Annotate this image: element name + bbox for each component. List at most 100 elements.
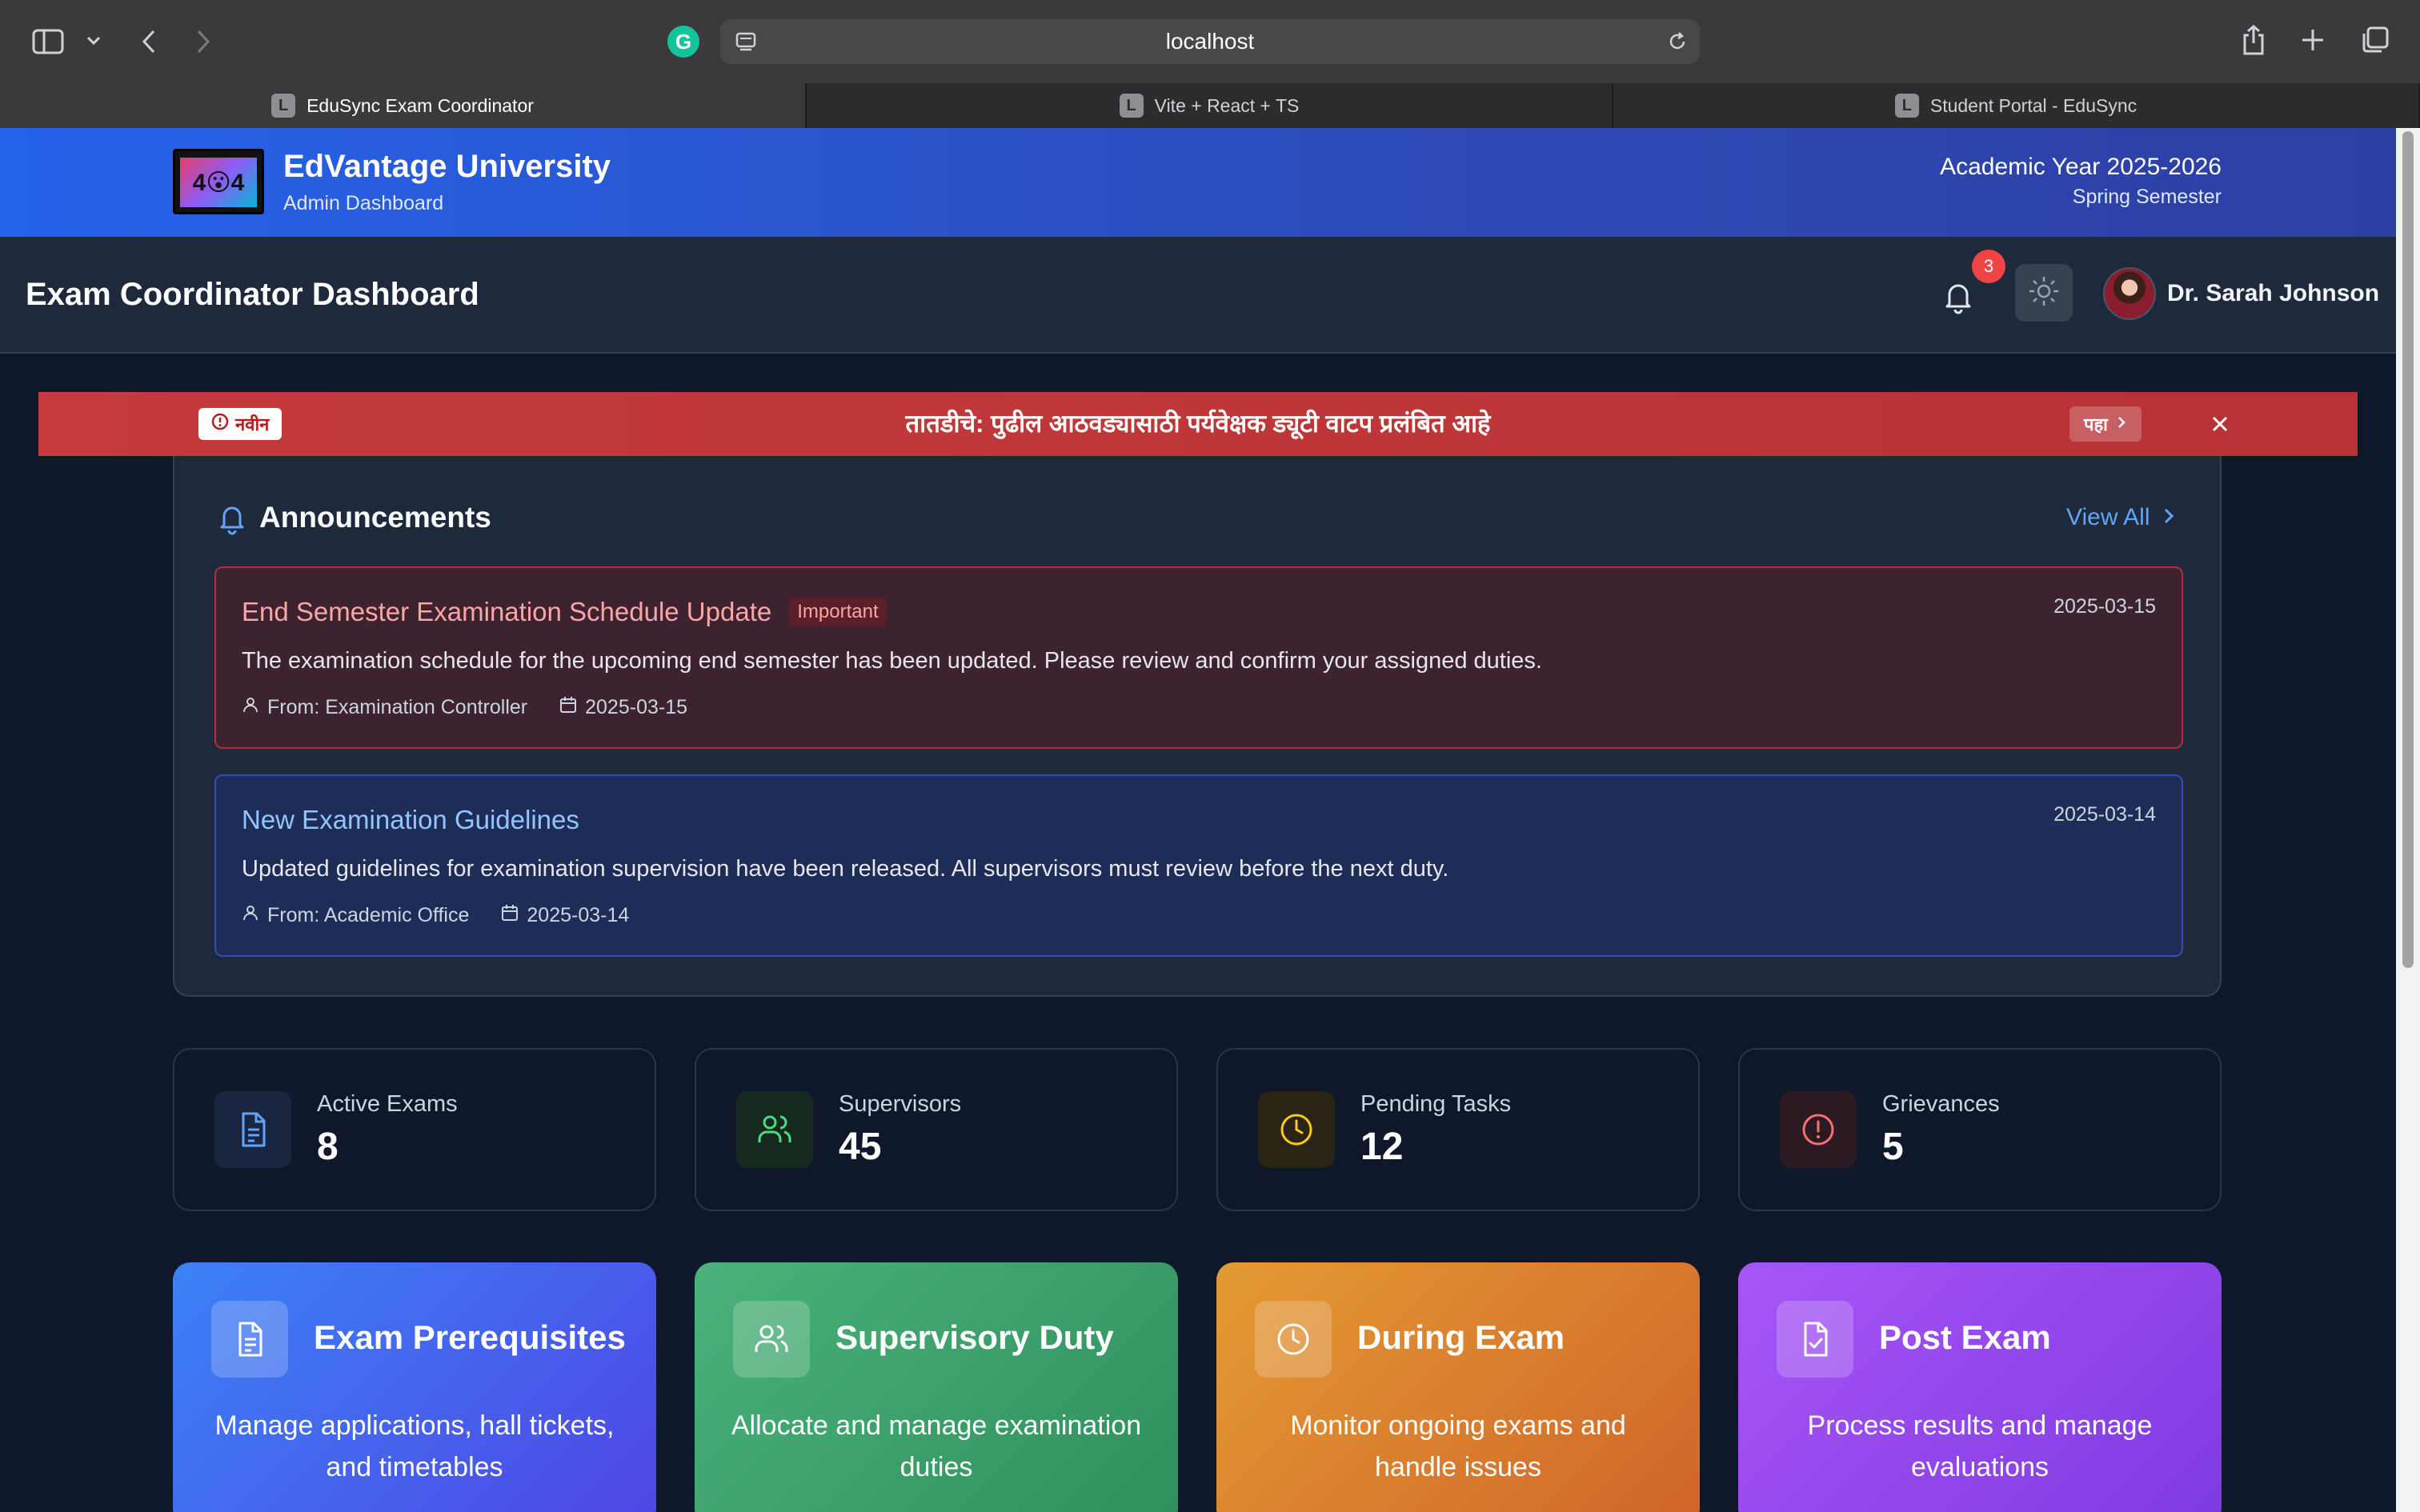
semester: Spring Semester bbox=[2072, 186, 2222, 208]
module-supervisory-duty[interactable]: Supervisory Duty Allocate and manage exa… bbox=[695, 1262, 1178, 1512]
module-exam-prerequisites[interactable]: Exam Prerequisites Manage applications, … bbox=[173, 1262, 656, 1512]
favicon: L bbox=[1119, 94, 1144, 118]
url-text: localhost bbox=[1165, 29, 1255, 54]
banner-view-button[interactable]: पहा bbox=[2069, 406, 2142, 442]
reload-icon[interactable] bbox=[1666, 30, 1689, 58]
scrollbar-thumb[interactable] bbox=[2402, 131, 2414, 968]
sidebar-toggle-icon[interactable] bbox=[30, 26, 66, 58]
alert-circle-icon bbox=[1780, 1091, 1857, 1168]
announcements-title: Announcements bbox=[259, 501, 491, 534]
university-subtitle: Admin Dashboard bbox=[283, 192, 444, 214]
forward-icon[interactable] bbox=[189, 26, 218, 58]
stat-value: 8 bbox=[317, 1126, 339, 1168]
announcement-card-important[interactable]: End Semester Examination Schedule Update… bbox=[214, 566, 2183, 749]
grammarly-extension-icon[interactable]: G bbox=[667, 26, 699, 58]
page-settings-icon[interactable] bbox=[735, 30, 757, 58]
browser-toolbar: G localhost bbox=[0, 0, 2420, 83]
users-icon bbox=[736, 1091, 813, 1168]
banner-view-label: पहा bbox=[2084, 414, 2108, 434]
announcement-date: 2025-03-14 bbox=[2053, 803, 2156, 826]
document-icon bbox=[211, 1301, 288, 1378]
new-tab-icon[interactable] bbox=[2298, 26, 2327, 54]
module-title: During Exam bbox=[1357, 1318, 1565, 1356]
stat-value: 12 bbox=[1360, 1126, 1404, 1168]
announcements-panel: Announcements View All End Semester Exam… bbox=[173, 456, 2222, 997]
module-title: Supervisory Duty bbox=[835, 1318, 1114, 1356]
module-description: Monitor ongoing exams and handle issues bbox=[1290, 1410, 1626, 1482]
favicon: L bbox=[271, 94, 296, 118]
university-header: 4😮4 EdVantage University Admin Dashboard… bbox=[0, 128, 2396, 237]
academic-year: Academic Year 2025-2026 bbox=[1940, 154, 2222, 180]
important-badge: Important bbox=[789, 598, 887, 626]
stat-value: 5 bbox=[1882, 1126, 1904, 1168]
announcement-from: From: Academic Office bbox=[267, 904, 470, 926]
module-title: Exam Prerequisites bbox=[314, 1318, 626, 1356]
chevron-down-icon[interactable] bbox=[83, 30, 104, 51]
stat-card-pending-tasks[interactable]: Pending Tasks 12 bbox=[1216, 1048, 1700, 1211]
clock-icon bbox=[1255, 1301, 1332, 1378]
announcement-meta-date: 2025-03-14 bbox=[527, 904, 630, 926]
notification-count-badge: 3 bbox=[1972, 250, 2005, 283]
browser-tab-bar: L EduSync Exam Coordinator L Vite + Reac… bbox=[0, 83, 2420, 128]
favicon: L bbox=[1894, 94, 1919, 118]
announcement-from: From: Examination Controller bbox=[267, 696, 528, 718]
users-icon bbox=[733, 1301, 810, 1378]
module-description: Process results and manage evaluations bbox=[1807, 1410, 2153, 1482]
tab-label: EduSync Exam Coordinator bbox=[307, 94, 534, 116]
urgent-banner: नवीन तातडीचे: पुढील आठवड्यासाठी पर्यवेक्… bbox=[38, 392, 2358, 456]
module-title: Post Exam bbox=[1879, 1318, 2051, 1356]
announcement-body: Updated guidelines for examination super… bbox=[242, 856, 1449, 882]
avatar[interactable] bbox=[2103, 267, 2156, 320]
calendar-icon bbox=[559, 696, 577, 719]
user-icon bbox=[242, 904, 259, 927]
address-bar[interactable]: localhost bbox=[720, 19, 1700, 64]
clock-icon bbox=[1258, 1091, 1335, 1168]
share-icon[interactable] bbox=[2238, 22, 2270, 58]
bell-icon bbox=[214, 501, 250, 536]
stat-card-supervisors[interactable]: Supervisors 45 bbox=[695, 1048, 1178, 1211]
announcement-title: New Examination Guidelines bbox=[242, 805, 579, 834]
file-check-icon bbox=[1777, 1301, 1853, 1378]
stat-label: Pending Tasks bbox=[1360, 1091, 1512, 1117]
stat-label: Active Exams bbox=[317, 1091, 458, 1117]
module-description: Manage applications, hall tickets, and t… bbox=[214, 1410, 615, 1482]
module-post-exam[interactable]: Post Exam Process results and manage eva… bbox=[1738, 1262, 2222, 1512]
announcement-body: The examination schedule for the upcomin… bbox=[242, 648, 1542, 674]
announcement-date: 2025-03-15 bbox=[2053, 595, 2156, 618]
sun-icon bbox=[2028, 275, 2060, 311]
stat-label: Grievances bbox=[1882, 1091, 2000, 1117]
stat-value: 45 bbox=[839, 1126, 882, 1168]
browser-tab[interactable]: L Student Portal - EduSync bbox=[1613, 83, 2420, 128]
theme-toggle-button[interactable] bbox=[2015, 264, 2073, 322]
announcement-card[interactable]: New Examination Guidelines 2025-03-14 Up… bbox=[214, 774, 2183, 957]
user-name[interactable]: Dr. Sarah Johnson bbox=[2167, 280, 2379, 307]
browser-tab[interactable]: L EduSync Exam Coordinator bbox=[0, 83, 807, 128]
close-icon[interactable] bbox=[2204, 408, 2236, 440]
chevron-right-icon bbox=[2116, 414, 2127, 434]
university-name: EdVantage University bbox=[283, 149, 611, 184]
logo-image: 4😮4 bbox=[180, 158, 257, 207]
view-all-link[interactable]: View All bbox=[2066, 504, 2174, 531]
announcement-title: End Semester Examination Schedule Update bbox=[242, 597, 772, 626]
document-icon bbox=[214, 1091, 291, 1168]
page-title: Exam Coordinator Dashboard bbox=[26, 277, 479, 312]
calendar-icon bbox=[501, 904, 519, 927]
dashboard-header: Exam Coordinator Dashboard Dr. Sarah Joh… bbox=[0, 237, 2396, 354]
university-logo[interactable]: 4😮4 bbox=[173, 149, 264, 214]
module-during-exam[interactable]: During Exam Monitor ongoing exams and ha… bbox=[1216, 1262, 1700, 1512]
stat-label: Supervisors bbox=[839, 1091, 962, 1117]
announcement-meta-date: 2025-03-15 bbox=[585, 696, 688, 718]
user-icon bbox=[242, 696, 259, 719]
tab-overview-icon[interactable] bbox=[2359, 24, 2391, 56]
view-all-label: View All bbox=[2066, 504, 2150, 530]
browser-tab[interactable]: L Vite + React + TS bbox=[807, 83, 1613, 128]
notifications-bell-icon[interactable] bbox=[1938, 277, 1978, 317]
module-description: Allocate and manage examination duties bbox=[731, 1410, 1142, 1482]
chevron-right-icon bbox=[2163, 504, 2174, 531]
tab-label: Student Portal - EduSync bbox=[1929, 94, 2138, 116]
stat-card-grievances[interactable]: Grievances 5 bbox=[1738, 1048, 2222, 1211]
back-icon[interactable] bbox=[134, 26, 163, 58]
stat-card-active-exams[interactable]: Active Exams 8 bbox=[173, 1048, 656, 1211]
banner-message: तातडीचे: पुढील आठवड्यासाठी पर्यवेक्षक ड्… bbox=[905, 410, 1491, 438]
tab-label: Vite + React + TS bbox=[1154, 94, 1300, 116]
